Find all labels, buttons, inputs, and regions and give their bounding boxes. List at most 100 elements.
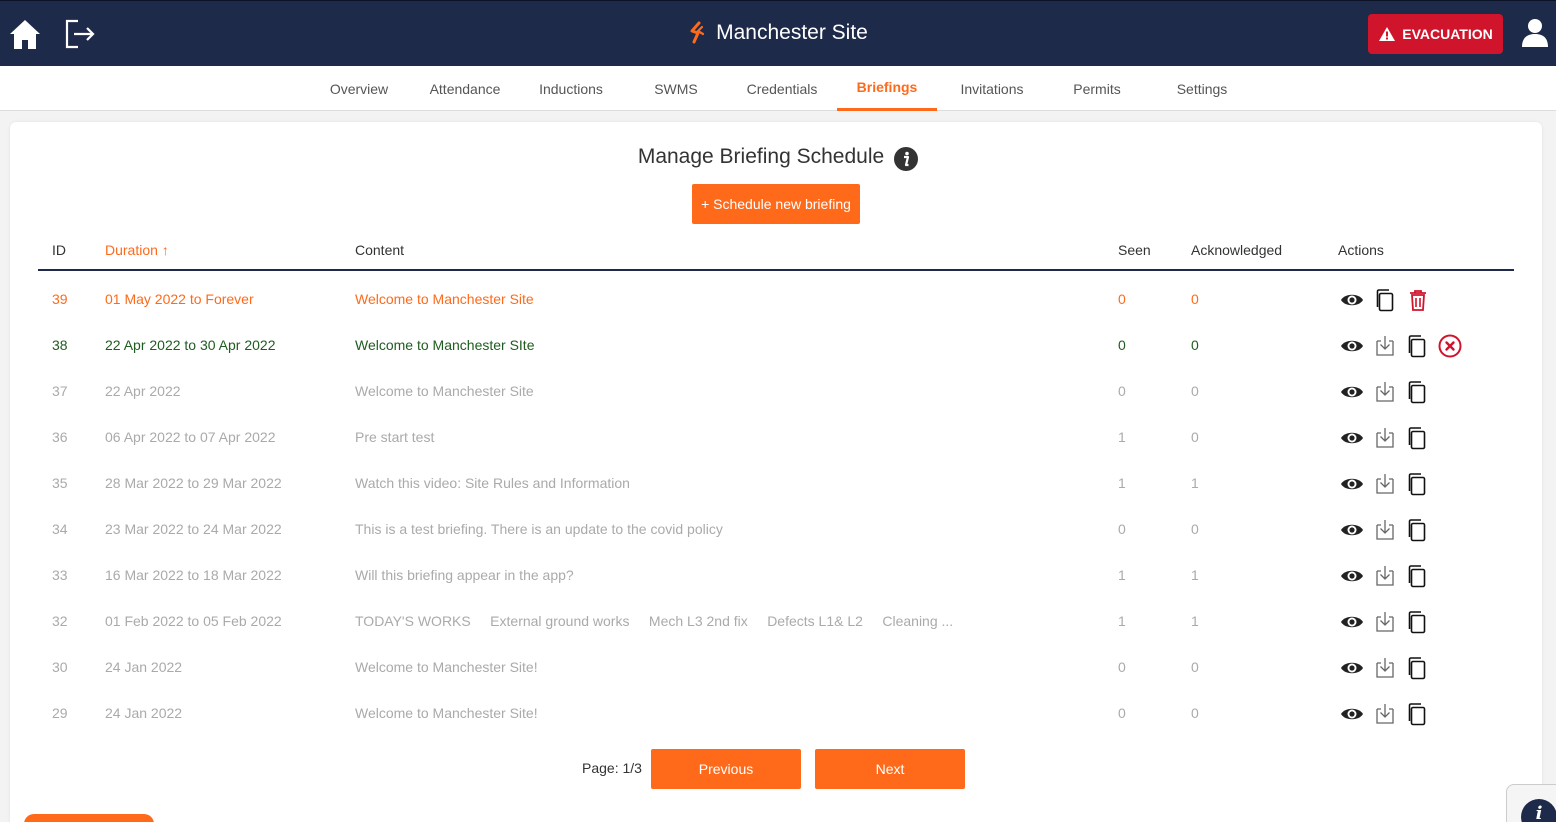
- download-icon[interactable]: [1373, 380, 1397, 404]
- table-row: 39 01 May 2022 to Forever Welcome to Manch…: [38, 276, 1514, 322]
- copy-icon[interactable]: [1405, 656, 1429, 680]
- tab-permits[interactable]: Permits: [1047, 66, 1147, 111]
- column-header-acknowledged: Acknowledged: [1191, 242, 1283, 258]
- copy-icon[interactable]: [1405, 564, 1429, 588]
- table-row: 36 06 Apr 2022 to 07 Apr 2022 Pre start te…: [38, 414, 1514, 460]
- view-icon[interactable]: [1340, 702, 1364, 726]
- floating-action-tab[interactable]: [24, 814, 154, 822]
- cell-duration: 24 Jan 2022: [105, 705, 183, 721]
- cell-duration: 22 Apr 2022 to 30 Apr 2022: [105, 337, 276, 353]
- copy-icon[interactable]: [1405, 472, 1429, 496]
- evacuation-label: EVACUATION: [1402, 26, 1493, 42]
- info-icon[interactable]: [894, 147, 919, 171]
- cell-acknowledged: 0: [1191, 383, 1199, 399]
- copy-icon[interactable]: [1405, 518, 1429, 542]
- column-header-duration[interactable]: Duration ↑: [105, 242, 169, 258]
- cell-id: 34: [52, 521, 68, 537]
- cell-content: Will this briefing appear in the app?: [355, 567, 574, 583]
- cell-id: 30: [52, 659, 68, 675]
- cell-seen: 0: [1118, 659, 1126, 675]
- cell-id: 39: [52, 291, 68, 307]
- cell-content: Welcome to Manchester SIte: [355, 337, 535, 353]
- tab-credentials[interactable]: Credentials: [732, 66, 832, 111]
- download-icon[interactable]: [1373, 610, 1397, 634]
- copy-icon[interactable]: [1405, 702, 1429, 726]
- column-header-content: Content: [355, 242, 405, 258]
- view-icon[interactable]: [1340, 426, 1364, 450]
- view-icon[interactable]: [1340, 518, 1364, 542]
- logout-icon[interactable]: [62, 17, 96, 51]
- tab-swms[interactable]: SWMS: [626, 66, 726, 111]
- cell-content: Welcome to Manchester Site: [355, 291, 534, 307]
- cell-content: Pre start test: [355, 429, 435, 445]
- table-row: 35 28 Mar 2022 to 29 Mar 2022 Watch this v…: [38, 460, 1514, 506]
- view-icon[interactable]: [1340, 334, 1364, 358]
- download-icon[interactable]: [1373, 702, 1397, 726]
- schedule-new-briefing-button[interactable]: + Schedule new briefing: [692, 184, 860, 224]
- cell-duration: 16 Mar 2022 to 18 Mar 2022: [105, 567, 282, 583]
- view-icon[interactable]: [1340, 472, 1364, 496]
- copy-icon[interactable]: [1405, 426, 1429, 450]
- copy-icon[interactable]: [1405, 610, 1429, 634]
- tab-invitations[interactable]: Invitations: [942, 66, 1042, 111]
- cell-id: 35: [52, 475, 68, 491]
- tab-attendance[interactable]: Attendance: [415, 66, 515, 111]
- download-icon[interactable]: [1373, 564, 1397, 588]
- previous-page-button[interactable]: Previous: [651, 749, 801, 789]
- table-row: 29 24 Jan 2022 Welcome to Manchester Site!…: [38, 690, 1514, 736]
- cell-acknowledged: 1: [1191, 613, 1199, 629]
- cell-duration: 28 Mar 2022 to 29 Mar 2022: [105, 475, 282, 491]
- table-row: 33 16 Mar 2022 to 18 Mar 2022 Will this br…: [38, 552, 1514, 598]
- table-row: 30 24 Jan 2022 Welcome to Manchester Site!…: [38, 644, 1514, 690]
- cell-seen: 0: [1118, 383, 1126, 399]
- table-row: 32 01 Feb 2022 to 05 Feb 2022 TODAY'S WORK…: [38, 598, 1514, 644]
- tab-inductions[interactable]: Inductions: [521, 66, 621, 111]
- download-icon[interactable]: [1373, 426, 1397, 450]
- download-icon[interactable]: [1373, 518, 1397, 542]
- cell-content: Welcome to Manchester Site!: [355, 659, 538, 675]
- cell-seen: 1: [1118, 567, 1126, 583]
- column-header-seen: Seen: [1118, 242, 1151, 258]
- view-icon[interactable]: [1340, 656, 1364, 680]
- view-icon[interactable]: [1340, 564, 1364, 588]
- cell-acknowledged: 1: [1191, 475, 1199, 491]
- help-info-icon: i: [1521, 799, 1556, 822]
- cell-content: Watch this video: Site Rules and Informa…: [355, 475, 630, 491]
- page-heading: Manage Briefing Schedule: [0, 143, 1556, 171]
- sort-ascending-icon: ↑: [161, 242, 169, 258]
- cell-id: 32: [52, 613, 68, 629]
- duration-header-label: Duration: [105, 242, 158, 258]
- cell-duration: 01 May 2022 to Forever: [105, 291, 254, 307]
- view-icon[interactable]: [1340, 288, 1364, 312]
- help-widget[interactable]: i: [1506, 784, 1556, 822]
- cell-acknowledged: 0: [1191, 291, 1199, 307]
- table-header-divider: [38, 269, 1514, 271]
- view-icon[interactable]: [1340, 610, 1364, 634]
- tab-briefings[interactable]: Briefings: [837, 66, 937, 111]
- delete-icon[interactable]: [1406, 288, 1430, 312]
- home-icon[interactable]: [8, 17, 42, 51]
- cell-seen: 1: [1118, 613, 1126, 629]
- user-icon[interactable]: [1520, 18, 1550, 48]
- tab-settings[interactable]: Settings: [1152, 66, 1252, 111]
- evacuation-button[interactable]: EVACUATION: [1368, 14, 1503, 54]
- cell-id: 38: [52, 337, 68, 353]
- download-icon[interactable]: [1373, 472, 1397, 496]
- next-page-button[interactable]: Next: [815, 749, 965, 789]
- cancel-icon[interactable]: [1438, 334, 1462, 358]
- cell-acknowledged: 0: [1191, 429, 1199, 445]
- tab-overview[interactable]: Overview: [309, 66, 409, 111]
- view-icon[interactable]: [1340, 380, 1364, 404]
- table-row: 37 22 Apr 2022 Welcome to Manchester Site 0…: [38, 368, 1514, 414]
- cell-seen: 0: [1118, 291, 1126, 307]
- copy-icon[interactable]: [1373, 288, 1397, 312]
- copy-icon[interactable]: [1405, 380, 1429, 404]
- cell-content: Welcome to Manchester Site: [355, 383, 534, 399]
- cell-id: 37: [52, 383, 68, 399]
- download-icon[interactable]: [1373, 656, 1397, 680]
- copy-icon[interactable]: [1405, 334, 1429, 358]
- table-row: 38 22 Apr 2022 to 30 Apr 2022 Welcome to M…: [38, 322, 1514, 368]
- download-icon[interactable]: [1373, 334, 1397, 358]
- tab-bar: Overview Attendance Inductions SWMS Cred…: [0, 66, 1556, 111]
- cell-content: Welcome to Manchester Site!: [355, 705, 538, 721]
